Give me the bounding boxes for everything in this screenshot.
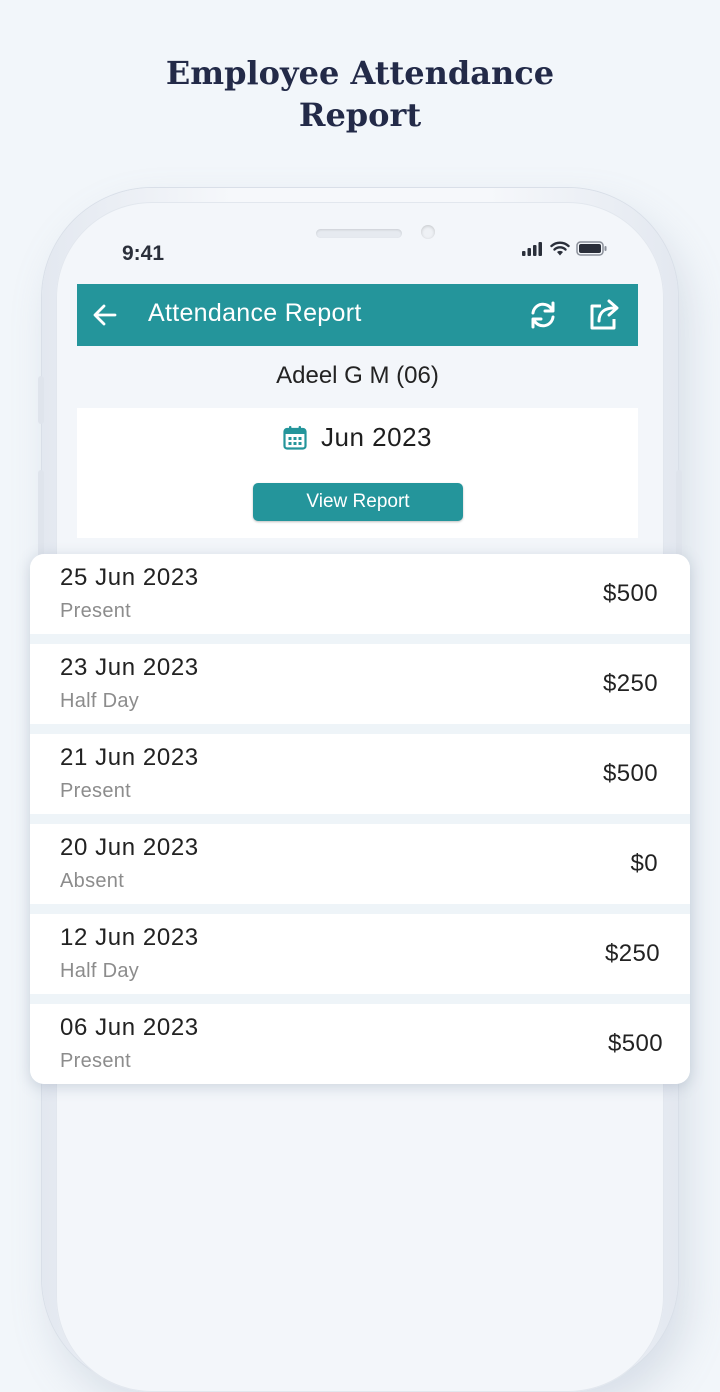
calendar-icon <box>283 426 307 450</box>
signal-icon <box>522 241 542 256</box>
attendance-amount: $500 <box>603 580 658 607</box>
attendance-date: 21 Jun 2023 <box>60 744 199 771</box>
attendance-status: Present <box>60 1050 132 1072</box>
attendance-date: 23 Jun 2023 <box>60 654 199 681</box>
phone-side-button <box>38 470 44 560</box>
battery-icon <box>576 241 607 256</box>
back-arrow-icon[interactable] <box>91 301 119 329</box>
attendance-row[interactable]: 25 Jun 2023 Present $500 <box>30 554 690 634</box>
selected-month: Jun 2023 <box>321 422 432 452</box>
attendance-row[interactable]: 23 Jun 2023 Half Day $250 <box>30 644 690 724</box>
attendance-status: Present <box>60 600 132 622</box>
view-report-button[interactable]: View Report <box>253 483 463 521</box>
attendance-status: Half Day <box>60 690 140 712</box>
attendance-row[interactable]: 12 Jun 2023 Half Day $250 <box>30 914 690 994</box>
app-bar: Attendance Report <box>77 284 638 346</box>
attendance-row[interactable]: 06 Jun 2023 Present $500 <box>30 1004 690 1084</box>
employee-name: Adeel G M (06) <box>276 362 439 389</box>
attendance-date: 06 Jun 2023 <box>60 1014 199 1041</box>
attendance-amount: $250 <box>603 670 658 697</box>
attendance-status: Absent <box>60 870 125 892</box>
attendance-amount: $0 <box>630 850 658 877</box>
phone-side-button <box>38 376 44 424</box>
month-selector[interactable]: Jun 2023 <box>77 422 638 453</box>
refresh-icon[interactable] <box>526 298 560 332</box>
report-filter-card: Jun 2023 View Report <box>77 408 638 538</box>
promo-headline: Employee Attendance Report <box>0 52 720 136</box>
attendance-date: 20 Jun 2023 <box>60 834 199 861</box>
attendance-amount: $250 <box>605 940 660 967</box>
app-bar-title: Attendance Report <box>148 299 362 327</box>
attendance-list: 25 Jun 2023 Present $500 23 Jun 2023 Hal… <box>30 554 690 1084</box>
attendance-date: 25 Jun 2023 <box>60 564 199 591</box>
share-icon[interactable] <box>587 297 623 333</box>
phone-speaker <box>316 229 402 238</box>
attendance-amount: $500 <box>603 760 658 787</box>
attendance-row[interactable]: 21 Jun 2023 Present $500 <box>30 734 690 814</box>
attendance-date: 12 Jun 2023 <box>60 924 199 951</box>
status-icons <box>522 241 608 256</box>
attendance-status: Present <box>60 780 132 802</box>
attendance-amount: $500 <box>608 1030 663 1057</box>
phone-camera <box>421 225 435 239</box>
wifi-icon <box>550 241 570 256</box>
status-time: 9:41 <box>122 242 165 265</box>
attendance-status: Half Day <box>60 960 140 982</box>
promo-headline-line2: Report <box>298 96 422 134</box>
promo-headline-line1: Employee Attendance <box>165 54 555 92</box>
attendance-row[interactable]: 20 Jun 2023 Absent $0 <box>30 824 690 904</box>
